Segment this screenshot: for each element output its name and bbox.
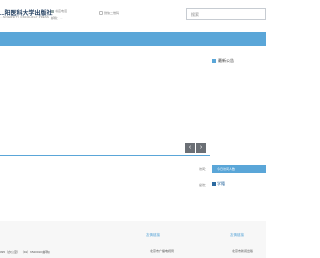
student-status-label: 学籍 <box>217 181 225 186</box>
footer-links-column: 友情链接 北京市广播电视局 <box>146 233 174 253</box>
notice-title: 最新公告 <box>218 58 234 63</box>
footer-contact-line: 095（办公室） （91）6520010(邮购) <box>0 250 50 254</box>
header-contact: 书店电话 邮箱：... <box>51 8 67 22</box>
notice-icon <box>212 58 216 63</box>
student-status-link[interactable]: 学籍 <box>212 181 225 187</box>
slider-next-button[interactable]: › <box>196 143 206 153</box>
phone-icon <box>51 9 54 13</box>
search-input[interactable]: 搜索 <box>186 8 266 20</box>
slider-prev-button[interactable]: ‹ <box>185 143 195 153</box>
latest-notice-heading[interactable]: 最新公告 <box>212 58 234 64</box>
site-footer: 友情链接 北京市广播电视局 友情链接 北京市新闻出版 095（办公室） （91）… <box>0 221 266 258</box>
slider-divider <box>0 155 210 156</box>
site-header: ...阳医科大学出版社 ...NIVERSITY ONCOLOGY PRESS … <box>0 0 266 32</box>
qrcode-icon <box>99 11 103 16</box>
contact-email: 邮箱：... <box>51 16 63 20</box>
total-visit-label: 总访： <box>199 183 209 187</box>
footer-link[interactable]: 北京市广播电视局 <box>150 249 174 253</box>
footer-links-heading: 友情链接 <box>230 233 244 237</box>
footer-links-heading: 友情链接 <box>146 233 160 237</box>
main-nav-bar[interactable] <box>0 32 266 46</box>
visit-label: 访问： <box>199 167 209 171</box>
wechat-label: 微信二维码 <box>104 11 120 15</box>
link-icon <box>212 181 216 186</box>
today-visits-button[interactable]: 今日访问人数 <box>212 165 266 173</box>
site-logo-subtitle: ...NIVERSITY ONCOLOGY PRESS <box>0 16 50 19</box>
wechat-qrcode[interactable]: 微信二维码 <box>99 11 120 16</box>
footer-link[interactable]: 北京市新闻出版 <box>232 249 253 253</box>
contact-label: 书店电话 <box>55 9 68 13</box>
footer-links-column: 友情链接 北京市新闻出版 <box>230 233 253 253</box>
